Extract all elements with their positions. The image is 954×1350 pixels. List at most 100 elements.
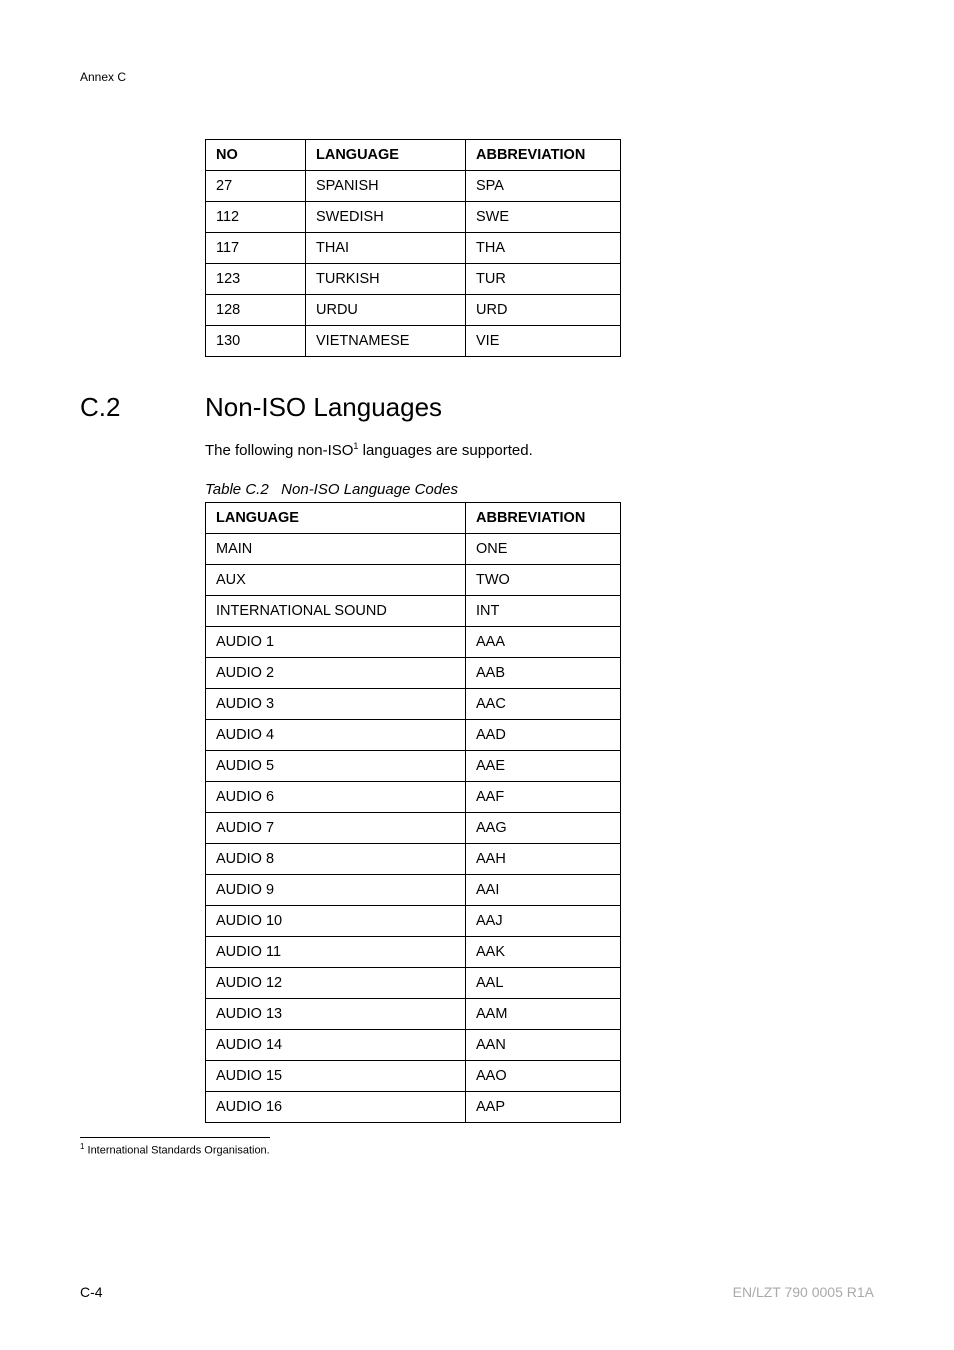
table-row: 117THAITHA: [206, 233, 621, 264]
cell-no: 130: [206, 326, 306, 357]
cell-language: AUDIO 10: [206, 906, 466, 937]
cell-language: AUDIO 1: [206, 627, 466, 658]
cell-abbrev: SWE: [466, 202, 621, 233]
cell-language: AUDIO 15: [206, 1061, 466, 1092]
cell-language: AUDIO 12: [206, 968, 466, 999]
table-row: AUDIO 2AAB: [206, 658, 621, 689]
col-no: NO: [206, 140, 306, 171]
cell-abbrev: SPA: [466, 171, 621, 202]
col-language: LANGUAGE: [206, 503, 466, 534]
cell-abbrev: THA: [466, 233, 621, 264]
table-row: INTERNATIONAL SOUNDINT: [206, 596, 621, 627]
cell-abbrev: TUR: [466, 264, 621, 295]
cell-abbrev: AAI: [466, 875, 621, 906]
cell-language: INTERNATIONAL SOUND: [206, 596, 466, 627]
cell-abbrev: AAH: [466, 844, 621, 875]
cell-language: SPANISH: [306, 171, 466, 202]
cell-language: AUDIO 16: [206, 1092, 466, 1123]
table-row: 112SWEDISHSWE: [206, 202, 621, 233]
table-row: AUDIO 6AAF: [206, 782, 621, 813]
table-row: AUDIO 3AAC: [206, 689, 621, 720]
cell-language: AUDIO 5: [206, 751, 466, 782]
table-row: AUDIO 11AAK: [206, 937, 621, 968]
caption-title: Non-ISO Language Codes: [281, 481, 458, 498]
cell-language: AUDIO 13: [206, 999, 466, 1030]
page-footer: C-4 EN/LZT 790 0005 R1A: [80, 1284, 874, 1300]
cell-abbrev: AAE: [466, 751, 621, 782]
cell-abbrev: INT: [466, 596, 621, 627]
table-row: AUDIO 4AAD: [206, 720, 621, 751]
section-title: Non-ISO Languages: [205, 392, 442, 423]
cell-language: AUDIO 14: [206, 1030, 466, 1061]
annex-header: Annex C: [80, 70, 874, 84]
cell-language: TURKISH: [306, 264, 466, 295]
cell-abbrev: AAO: [466, 1061, 621, 1092]
table-row: AUDIO 15AAO: [206, 1061, 621, 1092]
intro-post: languages are supported.: [358, 442, 532, 459]
cell-abbrev: TWO: [466, 565, 621, 596]
table-row: MAINONE: [206, 534, 621, 565]
section-intro: The following non-ISO1 languages are sup…: [205, 441, 874, 459]
table-row: AUDIO 13AAM: [206, 999, 621, 1030]
cell-no: 27: [206, 171, 306, 202]
table-row: 123TURKISHTUR: [206, 264, 621, 295]
non-iso-language-table: LANGUAGE ABBREVIATION MAINONEAUXTWOINTER…: [205, 502, 621, 1123]
cell-abbrev: AAL: [466, 968, 621, 999]
col-language: LANGUAGE: [306, 140, 466, 171]
cell-abbrev: AAB: [466, 658, 621, 689]
cell-abbrev: AAN: [466, 1030, 621, 1061]
footer-page-number: C-4: [80, 1284, 103, 1300]
table-row: 130VIETNAMESEVIE: [206, 326, 621, 357]
cell-no: 117: [206, 233, 306, 264]
cell-abbrev: AAC: [466, 689, 621, 720]
table-row: AUDIO 12AAL: [206, 968, 621, 999]
cell-language: VIETNAMESE: [306, 326, 466, 357]
table-row: AUDIO 1AAA: [206, 627, 621, 658]
footnote: 1 International Standards Organisation.: [80, 1142, 270, 1157]
col-abbrev: ABBREVIATION: [466, 140, 621, 171]
cell-language: SWEDISH: [306, 202, 466, 233]
table-row: AUXTWO: [206, 565, 621, 596]
section-number: C.2: [80, 392, 205, 423]
cell-language: AUDIO 8: [206, 844, 466, 875]
cell-language: AUDIO 11: [206, 937, 466, 968]
table-row: AUDIO 7AAG: [206, 813, 621, 844]
cell-language: AUDIO 6: [206, 782, 466, 813]
cell-language: AUDIO 4: [206, 720, 466, 751]
table-row: AUDIO 16AAP: [206, 1092, 621, 1123]
cell-abbrev: AAK: [466, 937, 621, 968]
cell-abbrev: URD: [466, 295, 621, 326]
cell-no: 112: [206, 202, 306, 233]
cell-language: AUDIO 7: [206, 813, 466, 844]
cell-abbrev: AAM: [466, 999, 621, 1030]
cell-language: URDU: [306, 295, 466, 326]
footer-doc-id: EN/LZT 790 0005 R1A: [733, 1284, 874, 1300]
cell-abbrev: VIE: [466, 326, 621, 357]
table-header-row: NO LANGUAGE ABBREVIATION: [206, 140, 621, 171]
table-row: AUDIO 8AAH: [206, 844, 621, 875]
caption-prefix: Table C.2: [205, 481, 269, 498]
cell-abbrev: AAD: [466, 720, 621, 751]
intro-pre: The following non-ISO: [205, 442, 353, 459]
cell-language: AUDIO 3: [206, 689, 466, 720]
cell-language: AUDIO 9: [206, 875, 466, 906]
cell-abbrev: AAG: [466, 813, 621, 844]
iso-language-table: NO LANGUAGE ABBREVIATION 27SPANISHSPA112…: [205, 139, 621, 357]
cell-language: AUX: [206, 565, 466, 596]
cell-abbrev: AAF: [466, 782, 621, 813]
cell-abbrev: AAP: [466, 1092, 621, 1123]
table-header-row: LANGUAGE ABBREVIATION: [206, 503, 621, 534]
cell-language: MAIN: [206, 534, 466, 565]
cell-abbrev: ONE: [466, 534, 621, 565]
table-caption: Table C.2 Non-ISO Language Codes: [205, 481, 874, 498]
table-row: AUDIO 10AAJ: [206, 906, 621, 937]
col-abbrev: ABBREVIATION: [466, 503, 621, 534]
cell-abbrev: AAJ: [466, 906, 621, 937]
table-row: 128URDUURD: [206, 295, 621, 326]
table-row: AUDIO 14AAN: [206, 1030, 621, 1061]
cell-abbrev: AAA: [466, 627, 621, 658]
footnote-separator: 1 International Standards Organisation.: [80, 1137, 270, 1157]
footnote-text: International Standards Organisation.: [84, 1145, 269, 1157]
table-row: AUDIO 9AAI: [206, 875, 621, 906]
cell-language: AUDIO 2: [206, 658, 466, 689]
